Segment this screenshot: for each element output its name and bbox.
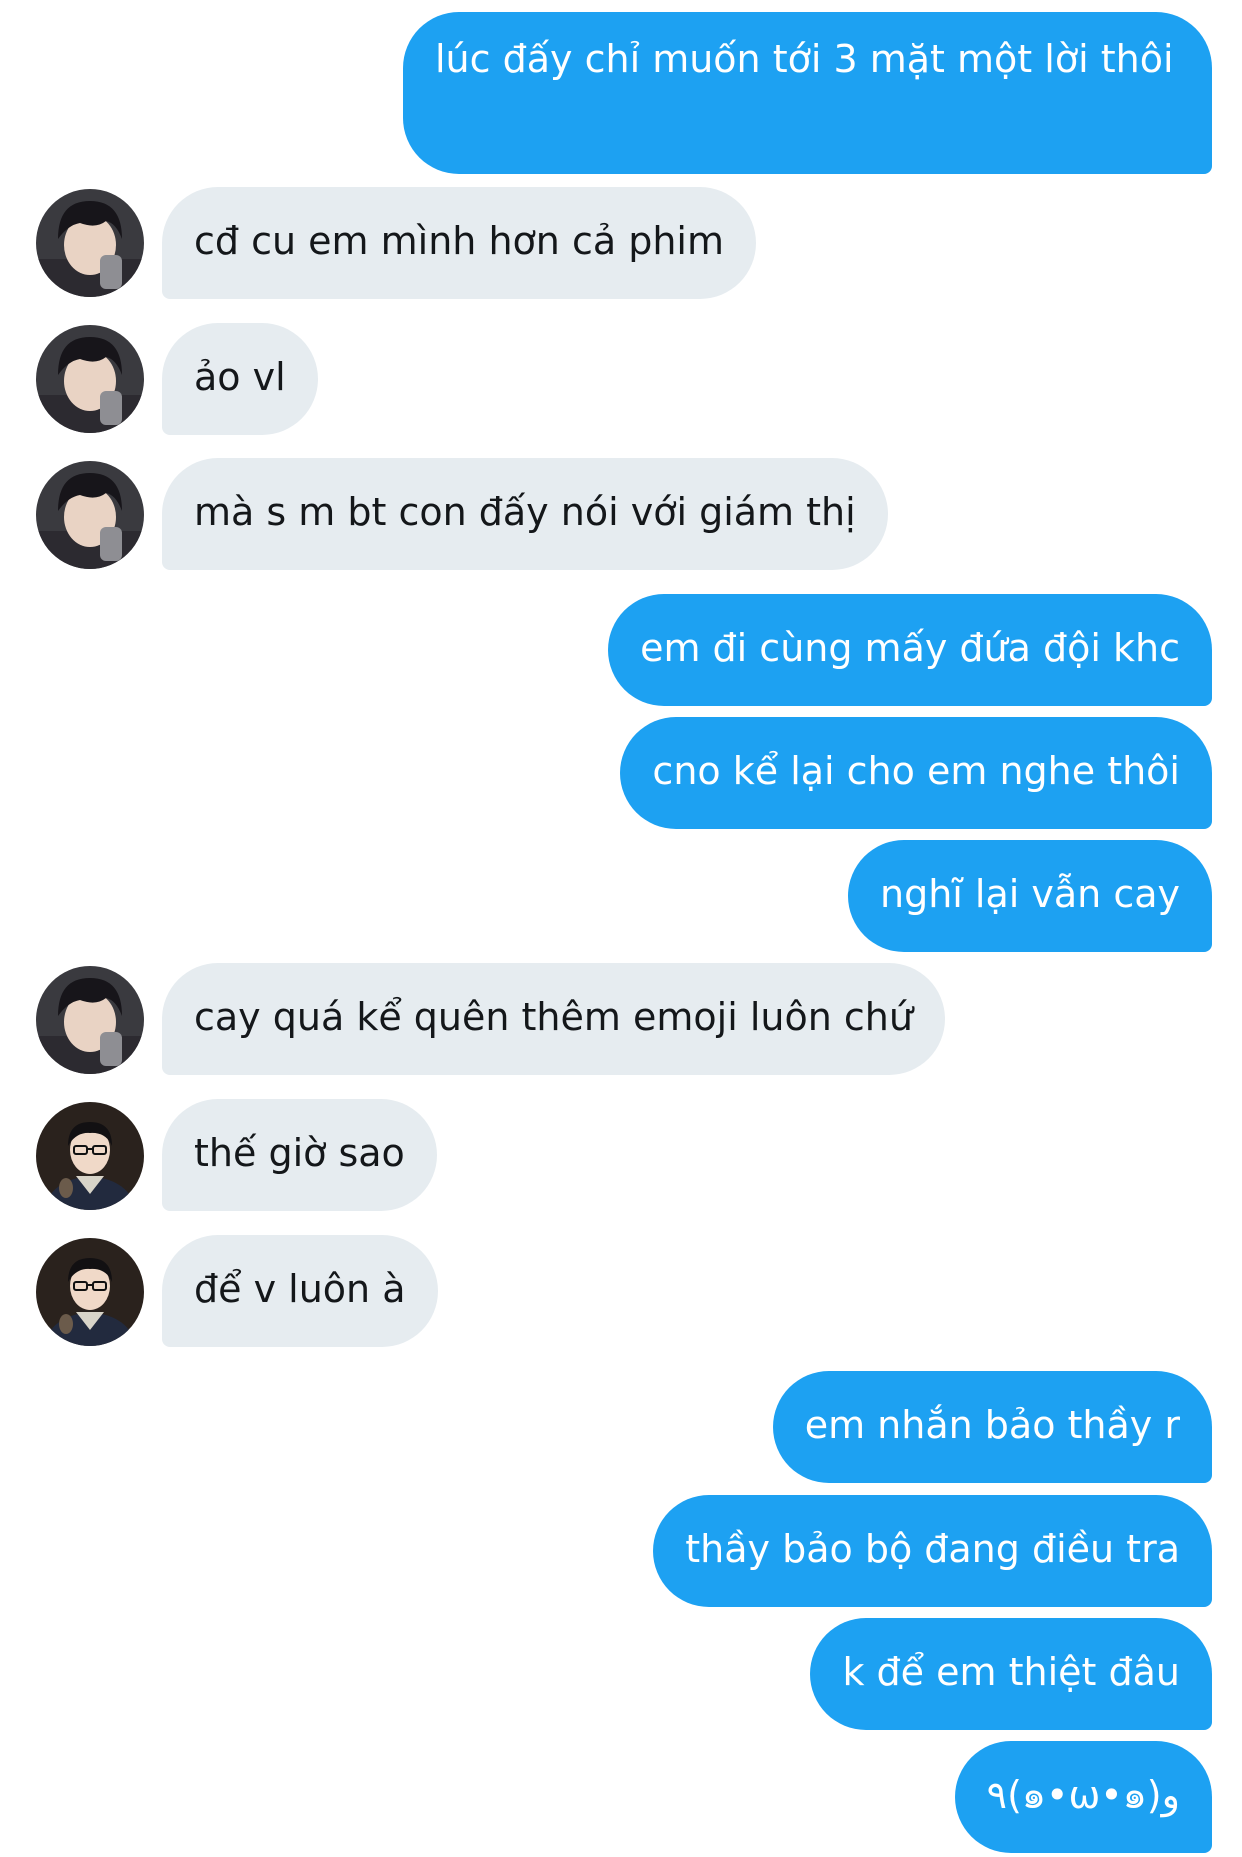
user-a-avatar[interactable] <box>36 325 144 433</box>
message-text: cđ cu em mình hơn cả phim <box>194 219 724 263</box>
outgoing-message[interactable]: cno kể lại cho em nghe thôi <box>620 717 1212 829</box>
message-text: mà s m bt con đấy nói với giám thị <box>194 490 856 534</box>
message-text: em đi cùng mấy đứa đội khc <box>640 626 1180 670</box>
message-text: để v luôn à <box>194 1267 406 1311</box>
outgoing-message[interactable]: k để em thiệt đâu <box>810 1618 1212 1730</box>
incoming-message[interactable]: để v luôn à <box>162 1235 438 1347</box>
incoming-message[interactable]: mà s m bt con đấy nói với giám thị <box>162 458 888 570</box>
user-b-avatar[interactable] <box>36 1238 144 1346</box>
outgoing-message[interactable]: nghĩ lại vẫn cay <box>847 840 1212 952</box>
message-text: nghĩ lại vẫn cay <box>879 872 1180 916</box>
message-text: cay quá kể quên thêm emoji luôn chứ <box>194 995 913 1039</box>
message-text: thế giờ sao <box>194 1131 405 1175</box>
outgoing-message[interactable]: em nhắn bảo thầy r <box>772 1371 1212 1483</box>
user-a-avatar[interactable] <box>36 189 144 297</box>
incoming-message[interactable]: thế giờ sao <box>162 1099 437 1211</box>
user-a-avatar[interactable] <box>36 461 144 569</box>
message-text: em nhắn bảo thầy r <box>804 1403 1180 1447</box>
outgoing-message[interactable]: thầy bảo bộ đang điều tra <box>653 1495 1212 1607</box>
incoming-message[interactable]: ảo vl <box>162 323 318 435</box>
message-text: lúc đấy chỉ muốn tới 3 mặt một lời thôi <box>435 37 1174 81</box>
message-text: k để em thiệt đâu <box>842 1650 1180 1694</box>
incoming-message[interactable]: cđ cu em mình hơn cả phim <box>162 187 756 299</box>
user-a-avatar[interactable] <box>36 966 144 1074</box>
outgoing-message[interactable]: lúc đấy chỉ muốn tới 3 mặt một lời thôi <box>403 12 1212 174</box>
user-b-avatar[interactable] <box>36 1102 144 1210</box>
outgoing-message[interactable]: em đi cùng mấy đứa đội khc <box>608 594 1212 706</box>
message-text: ảo vl <box>194 355 286 399</box>
incoming-message[interactable]: cay quá kể quên thêm emoji luôn chứ <box>162 963 945 1075</box>
message-text: cno kể lại cho em nghe thôi <box>652 749 1180 793</box>
message-text: ٩(๑•ω•๑)و <box>986 1773 1180 1817</box>
outgoing-message[interactable]: ٩(๑•ω•๑)و <box>954 1741 1212 1853</box>
message-text: thầy bảo bộ đang điều tra <box>685 1527 1180 1571</box>
